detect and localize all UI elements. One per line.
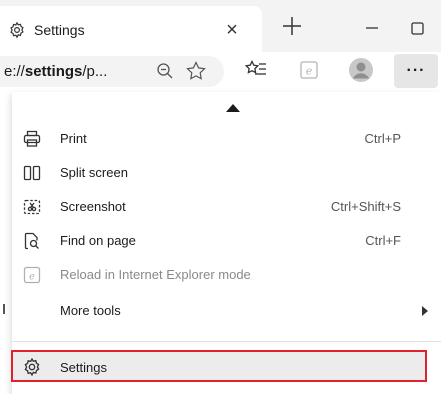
svg-text:e: e — [29, 272, 35, 283]
ie-mode-toolbar-icon[interactable]: e — [297, 58, 321, 82]
menu-item-label: Reload in Internet Explorer mode — [60, 267, 251, 282]
menu-item-shortcut: Ctrl+P — [364, 131, 401, 146]
menu-item-label: Print — [60, 131, 87, 146]
address-bar[interactable]: e://settings/p... — [0, 56, 224, 87]
zoom-icon[interactable] — [154, 60, 176, 82]
menu-item-reload-ie-mode: e Reload in Internet Explorer mode — [12, 258, 441, 292]
menu-item-shortcut: Ctrl+Shift+S — [330, 199, 401, 214]
page-edge-mark — [3, 304, 5, 314]
menu-item-label: Split screen — [60, 165, 128, 180]
menu-scroll-up-caret[interactable] — [226, 104, 240, 112]
favorite-star-icon[interactable] — [184, 59, 208, 83]
new-tab-button[interactable] — [278, 12, 306, 40]
menu-item-print[interactable]: Print Ctrl+P — [12, 122, 441, 156]
svg-text:e: e — [306, 65, 313, 78]
tab-settings[interactable]: Settings × — [0, 6, 262, 52]
menu-item-settings[interactable]: Settings — [11, 350, 427, 382]
gear-icon — [8, 21, 26, 39]
menu-item-split-screen[interactable]: Split screen — [12, 156, 441, 190]
menu-item-shortcut: Ctrl+F — [365, 233, 401, 248]
tab-title: Settings — [34, 22, 85, 38]
menu-item-label: More tools — [60, 303, 121, 318]
split-screen-icon — [22, 163, 42, 183]
ie-mode-icon: e — [22, 265, 42, 285]
print-icon — [22, 129, 42, 149]
gear-icon — [22, 357, 42, 377]
page-edge — [0, 92, 12, 394]
screenshot-icon — [22, 197, 42, 217]
address-text: e://settings/p... — [4, 63, 108, 80]
maximize-button[interactable] — [402, 14, 432, 44]
chevron-right-icon — [422, 306, 428, 316]
menu-item-screenshot[interactable]: Screenshot Ctrl+Shift+S — [12, 190, 441, 224]
menu-item-label: Screenshot — [60, 199, 126, 214]
settings-and-more-button[interactable]: ··· — [394, 54, 438, 88]
menu-item-more-tools[interactable]: More tools — [12, 294, 441, 328]
favorites-icon[interactable] — [244, 58, 270, 82]
close-icon[interactable]: × — [218, 16, 246, 44]
tab-strip: Settings × — [0, 0, 441, 52]
menu-item-label: Settings — [60, 360, 107, 375]
menu-item-find-on-page[interactable]: Find on page Ctrl+F — [12, 224, 441, 258]
minimize-button[interactable] — [358, 14, 386, 42]
settings-menu: Print Ctrl+P Split screen Screenshot Ctr… — [11, 92, 441, 394]
profile-avatar[interactable] — [347, 56, 375, 84]
menu-item-label: Find on page — [60, 233, 136, 248]
find-on-page-icon — [22, 231, 42, 251]
menu-divider — [12, 341, 441, 342]
